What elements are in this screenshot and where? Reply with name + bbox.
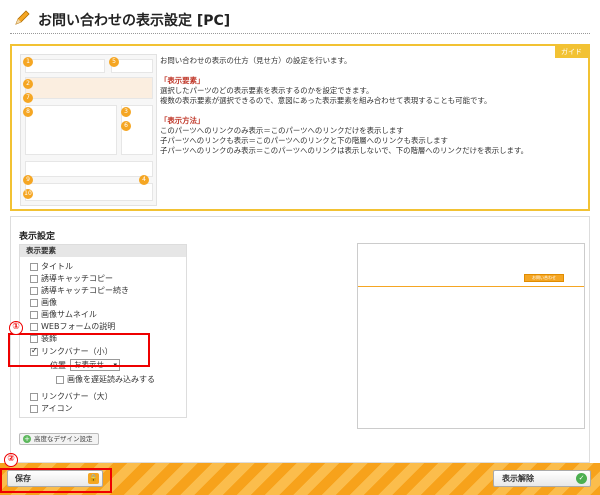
element-option-image[interactable]: 画像 (30, 297, 57, 308)
element-option-catchcopy[interactable]: 誘導キャッチコピー (30, 273, 113, 284)
advanced-design-label: 高度なデザイン設定 (34, 435, 93, 443)
annotation-box-2 (0, 468, 112, 493)
checkbox[interactable] (30, 310, 38, 319)
annotation-marker-2: ② (4, 453, 18, 467)
pencil-icon (15, 10, 30, 25)
thumb-marker: 8 (23, 107, 33, 117)
thumb-marker: 4 (139, 175, 149, 185)
element-option-thumbnail[interactable]: 画像サムネイル (30, 309, 97, 320)
element-option-title[interactable]: タイトル (30, 261, 73, 272)
annotation-marker-1: ① (9, 321, 23, 335)
page-title: お問い合わせの表示設定 [PC] (38, 13, 231, 29)
checkbox[interactable] (30, 274, 38, 283)
check-circle-icon: ✓ (576, 473, 587, 484)
guide-panel: ガイド 1 2 3 4 5 6 7 8 9 10 お問い合わせの表示の仕方（見せ… (10, 44, 590, 211)
plus-icon: + (23, 435, 31, 443)
preview-banner: お問い合わせ (524, 274, 564, 282)
lazyload-option[interactable]: 画像を遅延読み込みする (56, 374, 155, 385)
thumb-marker: 3 (121, 107, 131, 117)
checkbox[interactable] (30, 322, 38, 331)
guide-section-title: 「表示要素」 (160, 76, 205, 85)
option-label: 誘導キャッチコピー (41, 274, 113, 283)
element-option-banner-large[interactable]: リンクバナー（大） (30, 391, 113, 402)
option-label: 画像を遅延読み込みする (67, 375, 155, 384)
option-label: リンクバナー（大） (41, 392, 113, 401)
checkbox[interactable] (30, 286, 38, 295)
thumb-marker: 10 (23, 189, 33, 199)
option-label: タイトル (41, 262, 73, 271)
preview-divider (358, 286, 584, 287)
guide-line: 子パーツへのリンクのみ表示＝このパーツへのリンクは表示しないで、下の階層へのリン… (160, 146, 528, 155)
settings-title: 表示設定 (19, 232, 56, 242)
option-label: 画像サムネイル (41, 310, 97, 319)
display-elements-header: 表示要素 (20, 245, 186, 257)
preview-pane: お問い合わせ (357, 243, 585, 429)
thumb-marker: 9 (23, 175, 33, 185)
guide-text: お問い合わせの表示の仕方（見せ方）の設定を行います。 「表示要素」 選択したパー… (160, 56, 580, 156)
checkbox[interactable] (30, 262, 38, 271)
annotation-box-1 (8, 333, 150, 367)
option-label: 誘導キャッチコピー続き (41, 286, 129, 295)
element-option-catchcopy-cont[interactable]: 誘導キャッチコピー続き (30, 285, 129, 296)
element-option-webform[interactable]: WEBフォームの説明 (30, 321, 115, 332)
page-header: お問い合わせの表示設定 [PC] (0, 0, 600, 40)
option-label: 画像 (41, 298, 57, 307)
thumb-marker: 2 (23, 79, 33, 89)
display-elements-box: 表示要素 タイトル 誘導キャッチコピー 誘導キャッチコピー続き 画像 画像サムネ… (19, 244, 187, 418)
checkbox[interactable] (56, 375, 64, 384)
guide-line: このパーツへのリンクのみ表示＝このパーツへのリンクだけを表示します (160, 126, 404, 135)
guide-line: 複数の表示要素が選択できるので、意図にあった表示要素を組み合わせて表現することも… (160, 96, 492, 105)
element-option-icon[interactable]: アイコン (30, 403, 73, 414)
header-divider (10, 33, 590, 34)
checkbox[interactable] (30, 392, 38, 401)
guide-line: 子パーツへのリンクも表示＝このパーツへのリンクと下の階層へのリンクも表示します (160, 136, 448, 145)
thumb-marker: 1 (23, 57, 33, 67)
thumb-marker: 7 (23, 93, 33, 103)
advanced-design-button[interactable]: + 高度なデザイン設定 (19, 433, 99, 445)
thumb-marker: 6 (121, 121, 131, 131)
hide-display-button[interactable]: 表示解除 ✓ (493, 470, 591, 487)
guide-section-title: 「表示方法」 (160, 116, 205, 125)
thumb-marker: 5 (109, 57, 119, 67)
hide-label: 表示解除 (502, 474, 534, 483)
layout-thumbnail: 1 2 3 4 5 6 7 8 9 10 (20, 54, 157, 206)
checkbox[interactable] (30, 404, 38, 413)
option-label: WEBフォームの説明 (41, 322, 116, 331)
guide-intro: お問い合わせの表示の仕方（見せ方）の設定を行います。 (160, 56, 352, 65)
checkbox[interactable] (30, 298, 38, 307)
guide-line: 選択したパーツのどの表示要素を表示するのかを設定できます。 (160, 86, 374, 95)
option-label: アイコン (41, 404, 73, 413)
